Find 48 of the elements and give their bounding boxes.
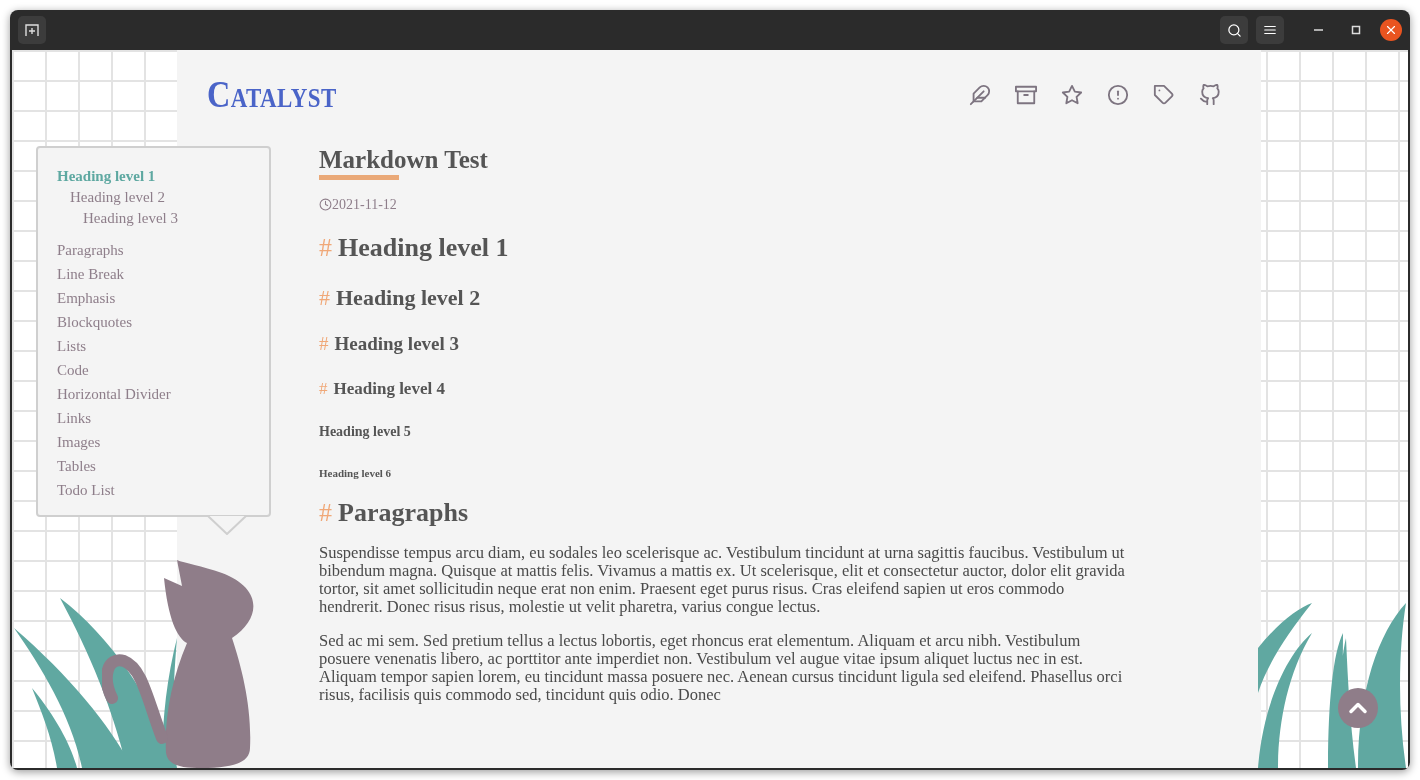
article-title: Markdown Test — [319, 145, 488, 180]
toc-link[interactable]: Paragraphs — [57, 240, 124, 261]
heading: Heading level 3 — [334, 333, 460, 355]
toc-link[interactable]: Emphasis — [57, 288, 116, 309]
menu-icon — [1263, 23, 1277, 37]
github-icon[interactable] — [1199, 83, 1221, 106]
heading: Heading level 6 — [319, 466, 392, 480]
toc-link[interactable]: Links — [57, 408, 92, 429]
toc-link[interactable]: Heading level 1 — [57, 166, 156, 187]
heading-anchor[interactable]: # — [319, 333, 329, 355]
new-tab-button[interactable] — [18, 16, 46, 44]
clock-icon — [319, 198, 332, 211]
menu-button[interactable] — [1256, 16, 1284, 44]
search-icon — [1226, 22, 1242, 38]
toc-link[interactable]: Heading level 2 — [70, 187, 165, 208]
heading-anchor[interactable]: # — [319, 233, 332, 263]
heading-anchor[interactable]: # — [319, 498, 332, 528]
paragraph: Sed ac mi sem. Sed pretium tellus a lectus lobortis, eget rhoncus erat elementum. Aliquam et arcu nibh. Vestibulum posuere venenatis libero, ac porttitor ante imperdiet non. Vestibulum vel augue vitae ipsum aliquet luctus nec in est. Aliquam tempor sapien lorem, eu tincidunt massa posuere nec. Aenean cursus tincidunt ligula sed eleifend. Phasellus orci risus, facilisis quis commodo sed, tincidunt quis odio. Donec — [319, 632, 1124, 704]
tag-icon[interactable] — [1153, 83, 1175, 106]
star-icon[interactable] — [1061, 83, 1083, 106]
toc-link[interactable]: Line Break — [57, 264, 125, 285]
toc-link[interactable]: Horizontal Divider — [57, 384, 171, 405]
heading: Heading level 5 — [319, 423, 411, 440]
maximize-icon — [1351, 25, 1361, 35]
toc-link[interactable]: Images — [57, 432, 101, 453]
search-button[interactable] — [1220, 16, 1248, 44]
heading: Paragraphs — [338, 498, 468, 528]
heading: Heading level 1 — [338, 233, 509, 263]
close-button[interactable] — [1380, 19, 1402, 41]
feather-icon[interactable] — [969, 83, 991, 106]
toc-link[interactable]: Code — [57, 360, 89, 381]
alert-icon[interactable] — [1107, 83, 1129, 106]
toc-link[interactable]: Tables — [57, 456, 96, 477]
heading: Heading level 4 — [333, 379, 445, 399]
toc-link[interactable]: Lists — [57, 336, 87, 357]
heading-anchor[interactable]: # — [319, 285, 330, 311]
paragraph: Suspendisse tempus arcu diam, eu sodales leo scelerisque ac. Vestibulum tincidunt at urna sagittis faucibus. Vestibulum ut bibendum magna. Quisque at mattis felis. Vivamus a mattis ex. Ut scelerisque, elit et consectetur auctor, dolor elit gravida tortor, sit amet sollicitudin neque erat non enim. Praesent eget purus risus. Cras eleifend sapien ut eros commodo hendrerit. Donec risus risus, molestie ut velit pharetra, varius congue lectus. — [319, 544, 1126, 616]
heading-anchor[interactable]: # — [319, 379, 328, 399]
close-icon — [1384, 23, 1398, 37]
toc-link[interactable]: Heading level 3 — [83, 208, 178, 229]
archive-icon[interactable] — [1015, 83, 1037, 106]
toc-link[interactable]: Blockquotes — [57, 312, 132, 333]
heading: Heading level 2 — [336, 285, 481, 311]
minimize-icon — [1313, 29, 1323, 31]
post-date: 2021-11-12 — [332, 196, 397, 214]
toc-link[interactable]: Todo List — [57, 480, 115, 501]
new-tab-icon — [24, 22, 40, 38]
site-logo[interactable]: Catalyst — [207, 66, 337, 123]
